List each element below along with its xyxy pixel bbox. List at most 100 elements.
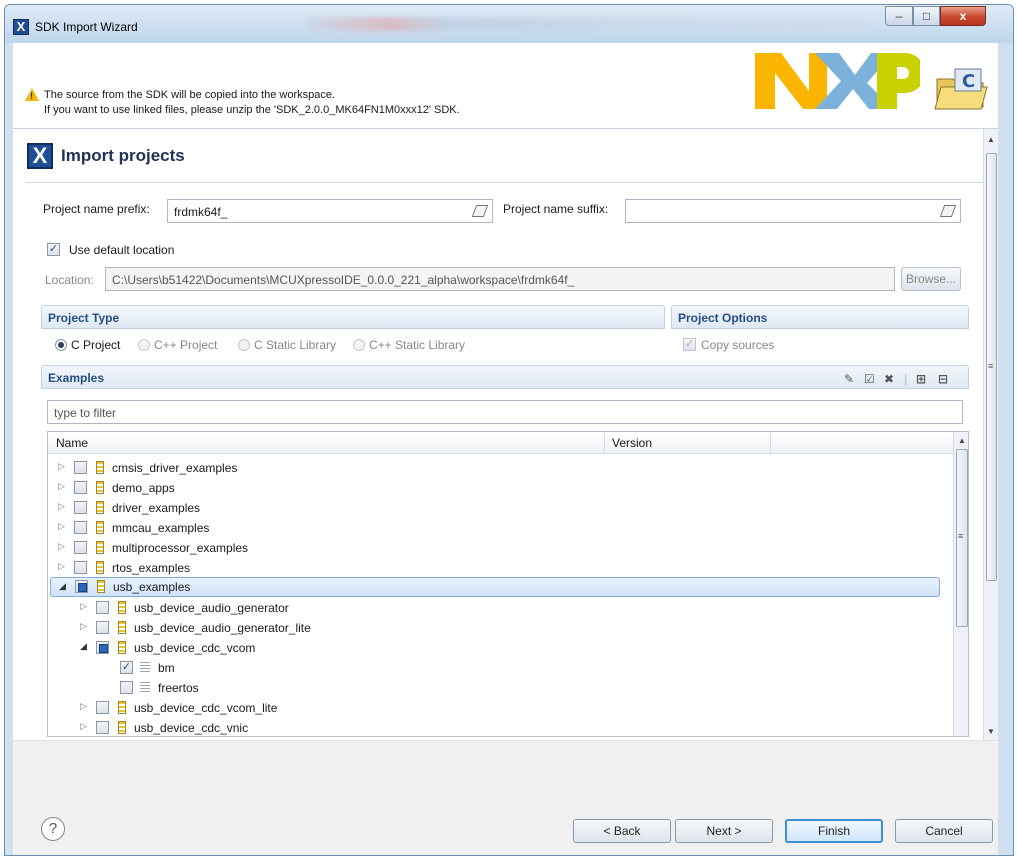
tree-row-usb-device-cdc-vnic[interactable]: ▷ usb_device_cdc_vnic <box>48 718 953 736</box>
close-button[interactable]: x <box>940 6 986 26</box>
expand-icon[interactable]: ▷ <box>80 621 87 632</box>
radio-c-static-library-label[interactable]: C Static Library <box>254 338 336 352</box>
tree-row-usb-device-audio-generator[interactable]: ▷ usb_device_audio_generator <box>48 598 953 618</box>
tree-row-bm[interactable]: bm <box>48 658 953 678</box>
back-button[interactable]: < Back <box>573 819 671 843</box>
clear-prefix-icon[interactable] <box>471 205 489 217</box>
radio-cpp-static-library-label[interactable]: C++ Static Library <box>369 338 465 352</box>
package-icon <box>96 481 104 494</box>
window-title: SDK Import Wizard <box>35 20 138 34</box>
prefix-input[interactable]: frdmk64f_ <box>167 199 493 223</box>
tree-row-usb-device-cdc-vcom-lite[interactable]: ▷ usb_device_cdc_vcom_lite <box>48 698 953 718</box>
scroll-down-arrow-icon[interactable]: ▼ <box>987 727 995 736</box>
help-icon[interactable]: ? <box>41 817 65 841</box>
row-checkbox[interactable] <box>74 481 87 494</box>
wizard-logo-icon: X <box>27 143 53 169</box>
package-icon <box>118 721 126 734</box>
tree-row-usb-device-cdc-vcom[interactable]: ◢ usb_device_cdc_vcom <box>48 638 953 658</box>
collapse-icon[interactable]: ◢ <box>80 641 87 652</box>
use-default-location-checkbox[interactable] <box>47 243 60 256</box>
filter-input[interactable]: type to filter <box>47 400 963 424</box>
toolbar-separator: | <box>904 372 908 386</box>
row-checkbox[interactable] <box>96 641 109 654</box>
clear-suffix-icon[interactable] <box>939 205 957 217</box>
next-button[interactable]: Next > <box>675 819 773 843</box>
page-scrollbar[interactable]: ▲ ≡ ▼ <box>983 129 998 740</box>
tree-row-multiprocessor-examples[interactable]: ▷ multiprocessor_examples <box>48 538 953 558</box>
row-checkbox[interactable] <box>96 601 109 614</box>
wizard-footer: ? < Back Next > Finish Cancel <box>13 740 998 855</box>
tree-row-usb-device-audio-generator-lite[interactable]: ▷ usb_device_audio_generator_lite <box>48 618 953 638</box>
sdk-import-wizard-window: X SDK Import Wizard – □ x ! The source f… <box>4 4 1014 856</box>
row-checkbox[interactable] <box>74 501 87 514</box>
expand-icon[interactable]: ▷ <box>58 501 65 512</box>
tree-row-rtos-examples[interactable]: ▷ rtos_examples <box>48 558 953 578</box>
row-checkbox[interactable] <box>96 621 109 634</box>
deselect-all-icon[interactable]: ✖ <box>884 372 894 386</box>
location-label: Location: <box>45 273 94 287</box>
radio-c-project[interactable] <box>55 339 67 351</box>
examples-tree[interactable]: Name Version ▷ cmsis_driver_examples ▷ d… <box>47 431 969 737</box>
title-bar[interactable]: X SDK Import Wizard – □ x <box>5 5 1013 43</box>
expand-icon[interactable]: ▷ <box>58 481 65 492</box>
row-checkbox[interactable] <box>96 701 109 714</box>
tree-row-demo-apps[interactable]: ▷ demo_apps <box>48 478 953 498</box>
scroll-up-arrow-icon[interactable]: ▲ <box>987 135 995 144</box>
browse-button[interactable]: Browse... <box>901 267 961 291</box>
expand-icon[interactable]: ▷ <box>58 561 65 572</box>
radio-c-static-library[interactable] <box>238 339 250 351</box>
tree-row-cmsis-driver-examples[interactable]: ▷ cmsis_driver_examples <box>48 458 953 478</box>
tree-row-driver-examples[interactable]: ▷ driver_examples <box>48 498 953 518</box>
suffix-input[interactable] <box>625 199 961 223</box>
expand-icon[interactable]: ▷ <box>80 721 87 732</box>
row-checkbox[interactable] <box>74 561 87 574</box>
row-checkbox[interactable] <box>96 721 109 734</box>
expand-icon[interactable]: ▷ <box>58 461 65 472</box>
cancel-button[interactable]: Cancel <box>895 819 993 843</box>
radio-cpp-static-library[interactable] <box>353 339 365 351</box>
expand-icon[interactable]: ▷ <box>58 521 65 532</box>
tree-row-mmcau-examples[interactable]: ▷ mmcau_examples <box>48 518 953 538</box>
examples-title: Examples <box>48 371 105 385</box>
minimize-button[interactable]: – <box>885 6 913 26</box>
wizard-header: ! The source from the SDK will be copied… <box>13 43 998 129</box>
radio-cpp-project-label[interactable]: C++ Project <box>154 338 217 352</box>
row-checkbox[interactable] <box>74 461 87 474</box>
row-checkbox[interactable] <box>120 681 133 694</box>
tree-row-freertos[interactable]: freertos <box>48 678 953 698</box>
column-version[interactable]: Version <box>612 436 652 450</box>
tree-scrollbar[interactable]: ▲ ≡ <box>953 432 968 736</box>
expand-all-icon[interactable]: ⊞ <box>916 372 926 386</box>
row-label: cmsis_driver_examples <box>112 461 238 475</box>
clear-selection-icon[interactable]: ✎ <box>844 372 854 386</box>
scroll-up-arrow-icon[interactable]: ▲ <box>958 436 966 445</box>
project-type-section: Project Type <box>41 305 665 329</box>
collapse-icon[interactable]: ◢ <box>59 581 66 592</box>
radio-cpp-project[interactable] <box>138 339 150 351</box>
column-separator <box>770 432 771 454</box>
expand-icon[interactable]: ▷ <box>58 541 65 552</box>
row-label: mmcau_examples <box>112 521 210 535</box>
radio-c-project-label[interactable]: C Project <box>71 338 120 352</box>
select-all-icon[interactable]: ☑ <box>864 372 875 386</box>
expand-icon[interactable]: ▷ <box>80 701 87 712</box>
tree-row-usb-examples[interactable]: ◢ usb_examples <box>50 577 940 597</box>
maximize-button[interactable]: □ <box>913 6 940 26</box>
package-icon <box>118 641 126 654</box>
row-label: bm <box>158 661 175 675</box>
prefix-label: Project name prefix: <box>43 202 150 216</box>
row-label: freertos <box>158 681 199 695</box>
row-checkbox[interactable] <box>74 521 87 534</box>
expand-icon[interactable]: ▷ <box>80 601 87 612</box>
import-projects-header: X Import projects <box>25 133 983 183</box>
row-checkbox[interactable] <box>120 661 133 674</box>
blurred-background-title <box>305 17 865 31</box>
copy-sources-checkbox[interactable] <box>683 338 696 351</box>
row-checkbox[interactable] <box>75 580 88 593</box>
location-input[interactable]: C:\Users\b51422\Documents\MCUXpressoIDE_… <box>105 267 895 291</box>
row-checkbox[interactable] <box>74 541 87 554</box>
finish-button[interactable]: Finish <box>785 819 883 843</box>
column-name[interactable]: Name <box>56 436 88 450</box>
document-icon <box>140 662 150 673</box>
collapse-all-icon[interactable]: ⊟ <box>938 372 948 386</box>
